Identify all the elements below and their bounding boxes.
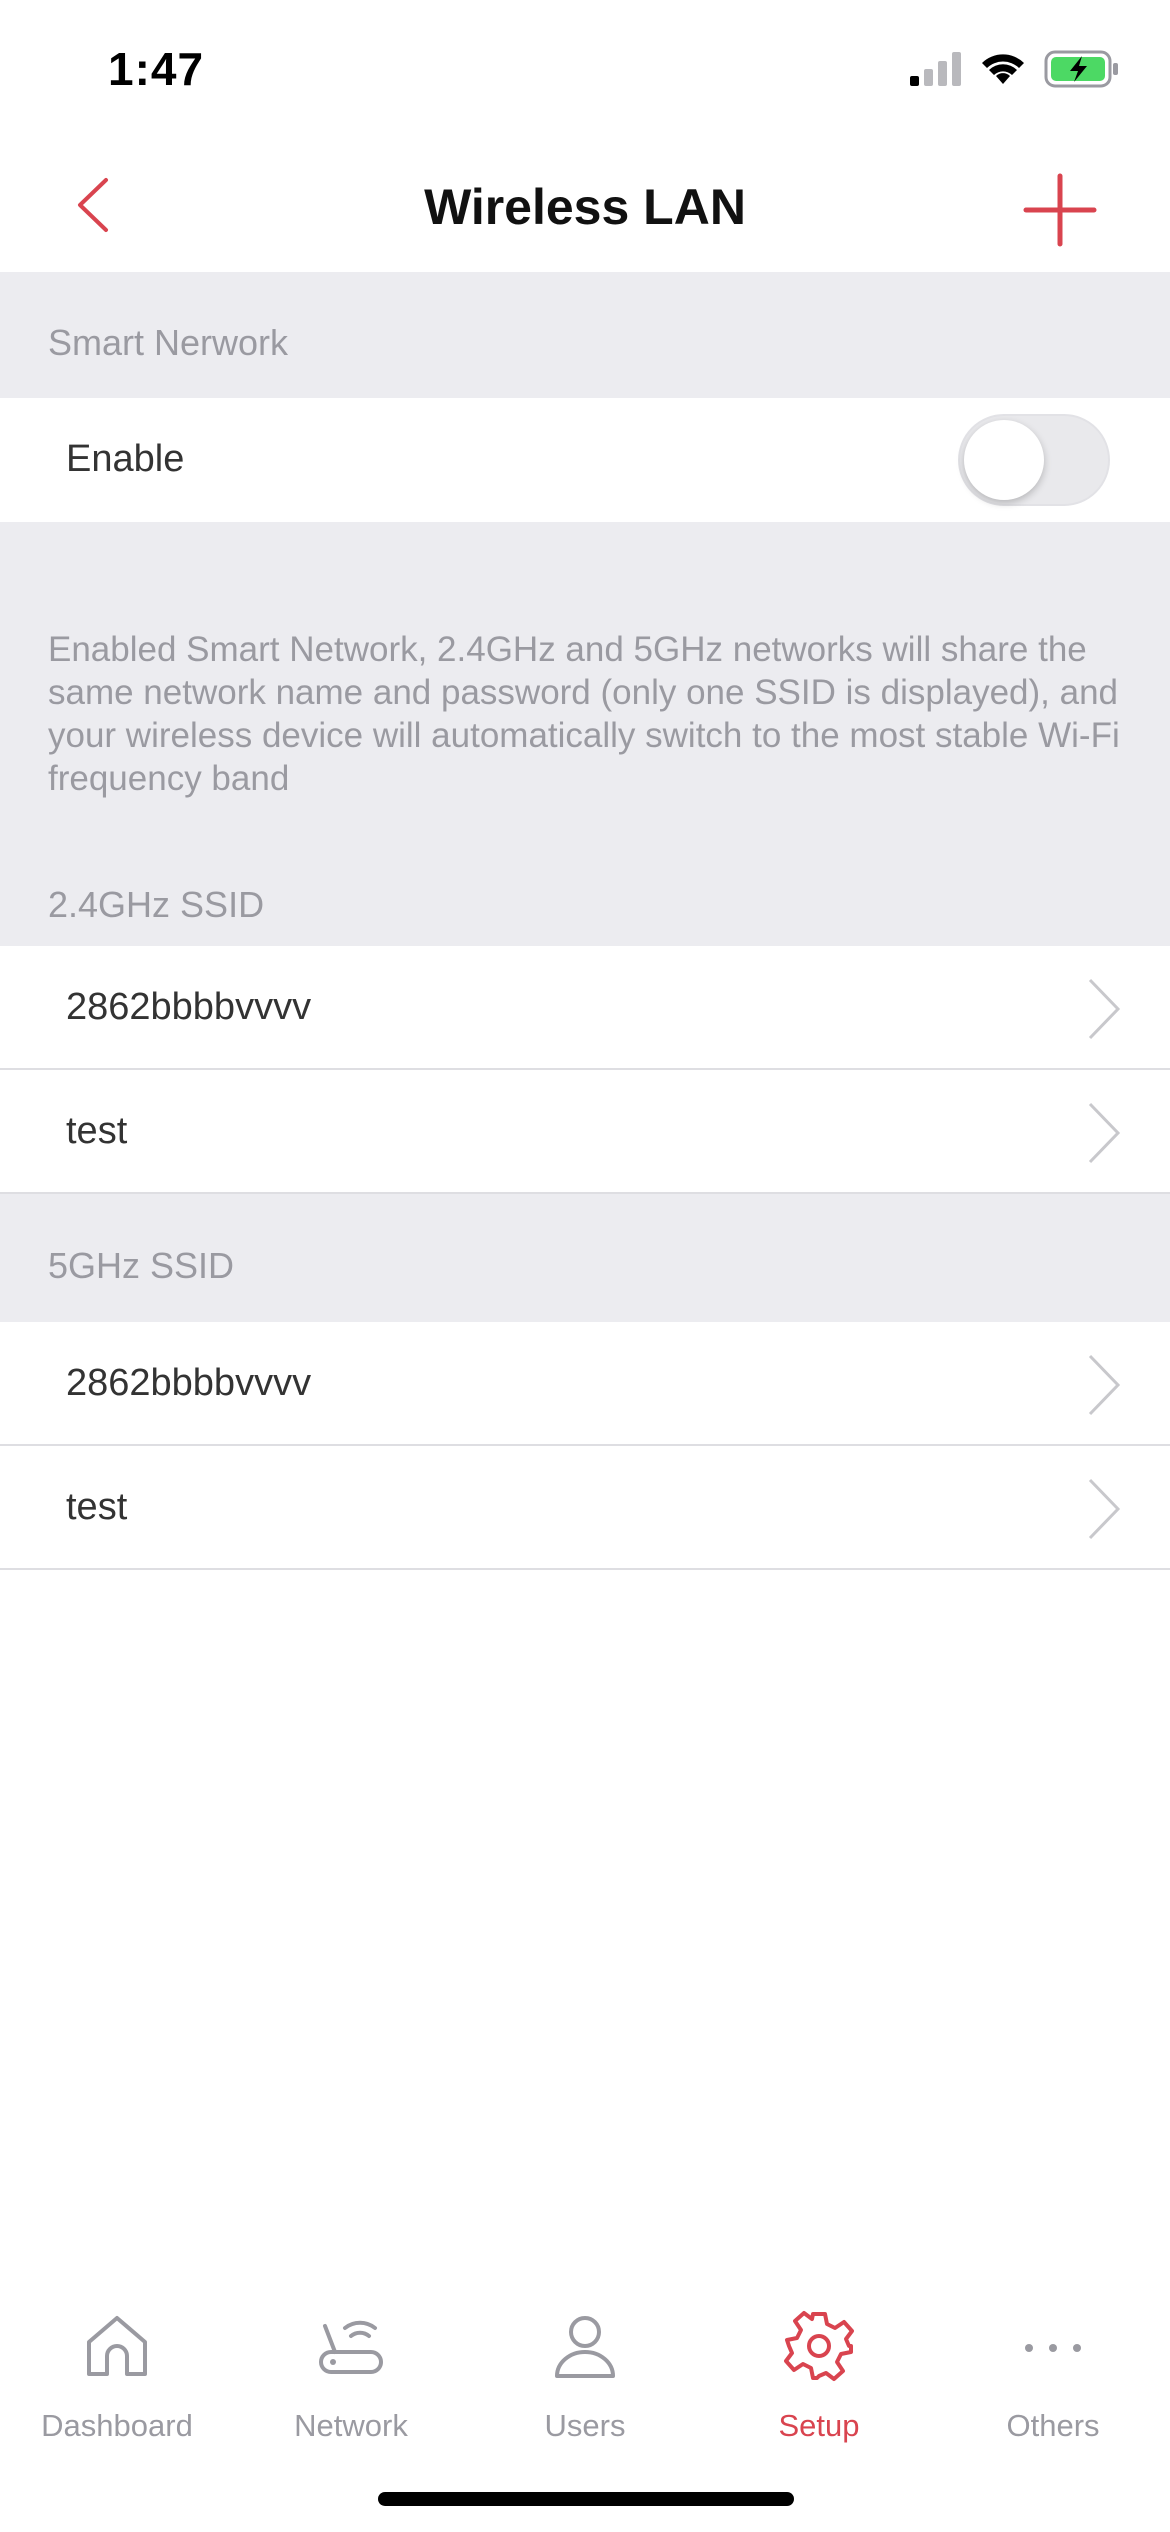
home-indicator: [378, 2492, 794, 2506]
status-bar: 1:47: [0, 0, 1170, 140]
ssid-5-name: test: [66, 1486, 128, 1528]
chevron-right-icon: [1088, 1478, 1121, 1540]
toggle-knob: [964, 420, 1044, 500]
ssid-24-row[interactable]: 2862bbbbvvvv: [0, 946, 1170, 1070]
plus-icon: [1023, 173, 1097, 247]
navigation-bar: Wireless LAN: [0, 140, 1170, 272]
smart-network-enable-row: Enable: [0, 398, 1170, 522]
tab-label: Network: [294, 2408, 408, 2443]
more-dots-icon: [1025, 2344, 1081, 2352]
tab-network[interactable]: Network: [234, 2306, 468, 2444]
tab-dashboard[interactable]: Dashboard: [0, 2306, 234, 2444]
home-icon: [87, 2316, 147, 2376]
section-header-smart-network: Smart Nerwork: [0, 272, 1170, 398]
tab-label: Others: [1006, 2408, 1100, 2443]
ssid-5-row[interactable]: test: [0, 1446, 1170, 1570]
chevron-right-icon: [1088, 1354, 1121, 1416]
tab-label: Users: [544, 2408, 626, 2443]
smart-network-toggle[interactable]: [958, 414, 1110, 506]
ssid-24-name: 2862bbbbvvvv: [66, 986, 312, 1028]
tab-label: Dashboard: [41, 2408, 193, 2443]
ssid-24-row[interactable]: test: [0, 1070, 1170, 1194]
status-icons: [910, 50, 1120, 88]
status-time: 1:47: [108, 43, 205, 95]
ssid-5-row[interactable]: 2862bbbbvvvv: [0, 1322, 1170, 1446]
tab-setup[interactable]: Setup: [702, 2306, 936, 2444]
wifi-icon: [982, 54, 1024, 84]
tab-label: Setup: [778, 2408, 860, 2443]
smart-network-description: Enabled Smart Network, 2.4GHz and 5GHz n…: [0, 522, 1170, 946]
add-button[interactable]: [1020, 170, 1100, 250]
user-icon: [555, 2316, 615, 2378]
chevron-right-icon: [1088, 978, 1121, 1040]
chevron-right-icon: [1088, 1102, 1121, 1164]
cellular-signal-icon: [910, 52, 961, 86]
battery-charging-icon: [1044, 50, 1118, 88]
tab-users[interactable]: Users: [468, 2306, 702, 2444]
gear-icon: [784, 2311, 854, 2381]
ssid-24-name: test: [66, 1110, 128, 1152]
section-header-24ghz: 2.4GHz SSID: [48, 884, 265, 925]
tab-others[interactable]: Others: [936, 2306, 1170, 2444]
enable-label: Enable: [66, 438, 185, 480]
section-header-5ghz: 5GHz SSID: [0, 1194, 1170, 1322]
ssid-5-name: 2862bbbbvvvv: [66, 1362, 312, 1404]
router-icon: [319, 2320, 383, 2374]
page-title: Wireless LAN: [424, 179, 746, 235]
